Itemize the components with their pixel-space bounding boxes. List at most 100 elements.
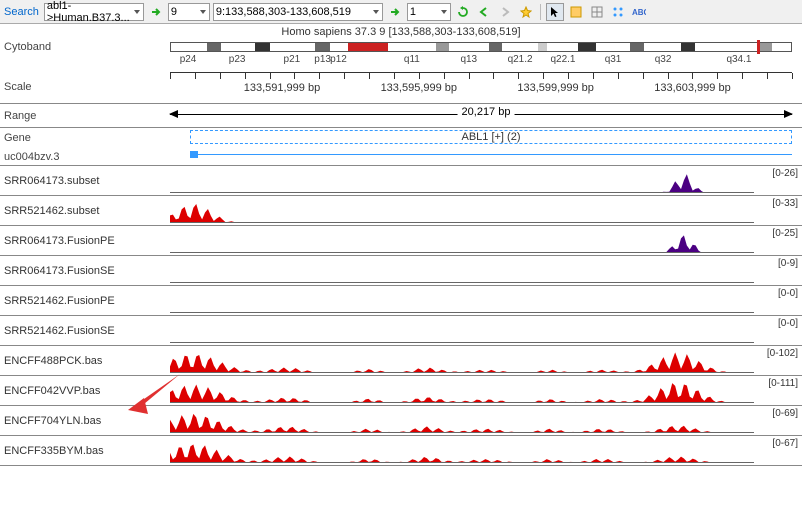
grid-icon[interactable] bbox=[588, 3, 606, 21]
track-row: SRR521462.FusionSE[0-0] bbox=[0, 316, 802, 346]
band-g75[interactable] bbox=[207, 43, 221, 51]
ideogram[interactable] bbox=[170, 42, 792, 52]
track-y-range: [0-0] bbox=[778, 318, 798, 329]
track-y-range: [0-26] bbox=[772, 168, 798, 179]
fwd-disabled-icon bbox=[496, 3, 514, 21]
step-combo[interactable]: 1 bbox=[407, 3, 451, 21]
band-label bbox=[489, 54, 502, 68]
track-data[interactable] bbox=[170, 319, 754, 343]
track-row: SRR521462.subset[0-33] bbox=[0, 196, 802, 226]
band-label bbox=[348, 54, 368, 68]
track-y-range: [0-25] bbox=[772, 228, 798, 239]
band-q34.1[interactable] bbox=[716, 43, 759, 51]
band-q13[interactable] bbox=[449, 43, 489, 51]
chrom-combo[interactable]: 9 bbox=[168, 3, 210, 21]
track-data[interactable] bbox=[170, 289, 754, 313]
band-q32[interactable] bbox=[644, 43, 681, 51]
track-label: SRR521462.FusionPE bbox=[0, 295, 170, 307]
band-g75[interactable] bbox=[630, 43, 644, 51]
location-combo[interactable]: 9:133,588,303-133,608,519 bbox=[213, 3, 383, 21]
band-g50[interactable] bbox=[760, 43, 772, 51]
gene-label: Gene bbox=[0, 132, 170, 144]
band-gneg[interactable] bbox=[695, 43, 717, 51]
band-q22.1[interactable] bbox=[547, 43, 578, 51]
track-axis bbox=[170, 462, 754, 463]
search-combo[interactable]: abl1->Human.B37.3... bbox=[44, 3, 144, 21]
band-p24[interactable] bbox=[171, 43, 207, 51]
cytoband-title: Homo sapiens 37.3 9 [133,588,303-133,608… bbox=[281, 26, 520, 38]
track-data[interactable] bbox=[170, 199, 754, 223]
track-data[interactable] bbox=[170, 259, 754, 283]
go-arrow-icon[interactable] bbox=[147, 3, 165, 21]
track-data[interactable] bbox=[170, 439, 754, 463]
band-label: q31 bbox=[596, 54, 630, 68]
band-g25[interactable] bbox=[538, 43, 547, 51]
band-q31[interactable] bbox=[596, 43, 630, 51]
band-label bbox=[368, 54, 388, 68]
band-acen[interactable] bbox=[368, 43, 388, 51]
transcript-label: uc004bzv.3 bbox=[0, 151, 170, 163]
range-row: Range 20,217 bp bbox=[0, 104, 802, 128]
search-label: Search bbox=[4, 6, 39, 18]
band-p12[interactable] bbox=[330, 43, 349, 51]
band-gneg[interactable] bbox=[772, 43, 791, 51]
band-acen[interactable] bbox=[348, 43, 368, 51]
band-p23[interactable] bbox=[221, 43, 254, 51]
band-labels: p24p23p21p13p12q11q13q21.2q22.1q31q32q34… bbox=[170, 54, 792, 68]
go-arrow-icon-2[interactable] bbox=[386, 3, 404, 21]
band-label: p12 bbox=[329, 54, 348, 68]
intron-line[interactable] bbox=[194, 154, 792, 156]
band-label: p13 bbox=[314, 54, 329, 68]
scale-row: Scale 133,591,999 bp133,595,999 bp133,59… bbox=[0, 70, 802, 104]
track-axis bbox=[170, 192, 754, 193]
band-q21.2[interactable] bbox=[502, 43, 538, 51]
track-y-range: [0-0] bbox=[778, 288, 798, 299]
track-data[interactable] bbox=[170, 409, 754, 433]
scale-labels: 133,591,999 bp133,595,999 bp133,599,999 … bbox=[170, 82, 792, 96]
main-view: Cytoband Homo sapiens 37.3 9 [133,588,30… bbox=[0, 24, 802, 466]
band-p13[interactable] bbox=[315, 43, 330, 51]
svg-text:ABC: ABC bbox=[632, 8, 646, 17]
track-axis bbox=[170, 252, 754, 253]
gene-annotation[interactable]: ABL1 [+] (2) bbox=[190, 130, 792, 144]
divider bbox=[540, 4, 541, 20]
track-y-range: [0-9] bbox=[778, 258, 798, 269]
track-row: SRR064173.subset [0-26] bbox=[0, 166, 802, 196]
position-indicator bbox=[757, 40, 760, 54]
band-q11[interactable] bbox=[388, 43, 436, 51]
scale-tick-label: 133,599,999 bp bbox=[517, 82, 593, 94]
band-g50[interactable] bbox=[436, 43, 448, 51]
cytoband-label: Cytoband bbox=[0, 41, 170, 53]
cursor-icon[interactable] bbox=[546, 3, 564, 21]
band-label: p21 bbox=[269, 54, 314, 68]
band-g100[interactable] bbox=[681, 43, 695, 51]
band-g75[interactable] bbox=[489, 43, 502, 51]
track-data[interactable] bbox=[170, 229, 754, 253]
band-p21[interactable] bbox=[270, 43, 315, 51]
config-icon[interactable] bbox=[609, 3, 627, 21]
track-y-range: [0-69] bbox=[772, 408, 798, 419]
band-label bbox=[695, 54, 717, 68]
track-data[interactable] bbox=[170, 169, 754, 193]
band-label: p24 bbox=[170, 54, 206, 68]
range-label: Range bbox=[0, 110, 170, 122]
band-g100[interactable] bbox=[255, 43, 271, 51]
track-y-range: [0-102] bbox=[767, 348, 798, 359]
band-label: q32 bbox=[644, 54, 681, 68]
track-axis bbox=[170, 222, 754, 223]
bookmark-icon[interactable] bbox=[517, 3, 535, 21]
band-g100[interactable] bbox=[578, 43, 595, 51]
track-data[interactable] bbox=[170, 349, 754, 373]
back-icon[interactable] bbox=[475, 3, 493, 21]
scale-label: Scale bbox=[0, 81, 170, 93]
track-label: SRR064173.subset bbox=[0, 175, 170, 187]
band-label: q11 bbox=[388, 54, 437, 68]
track-label: SRR064173.FusionSE bbox=[0, 265, 170, 277]
text-label-icon[interactable]: ABC bbox=[630, 3, 648, 21]
annotation-arrow-icon bbox=[120, 368, 190, 421]
select-region-icon[interactable] bbox=[567, 3, 585, 21]
band-label bbox=[773, 54, 792, 68]
refresh-icon[interactable] bbox=[454, 3, 472, 21]
band-label bbox=[682, 54, 696, 68]
track-data[interactable] bbox=[170, 379, 754, 403]
